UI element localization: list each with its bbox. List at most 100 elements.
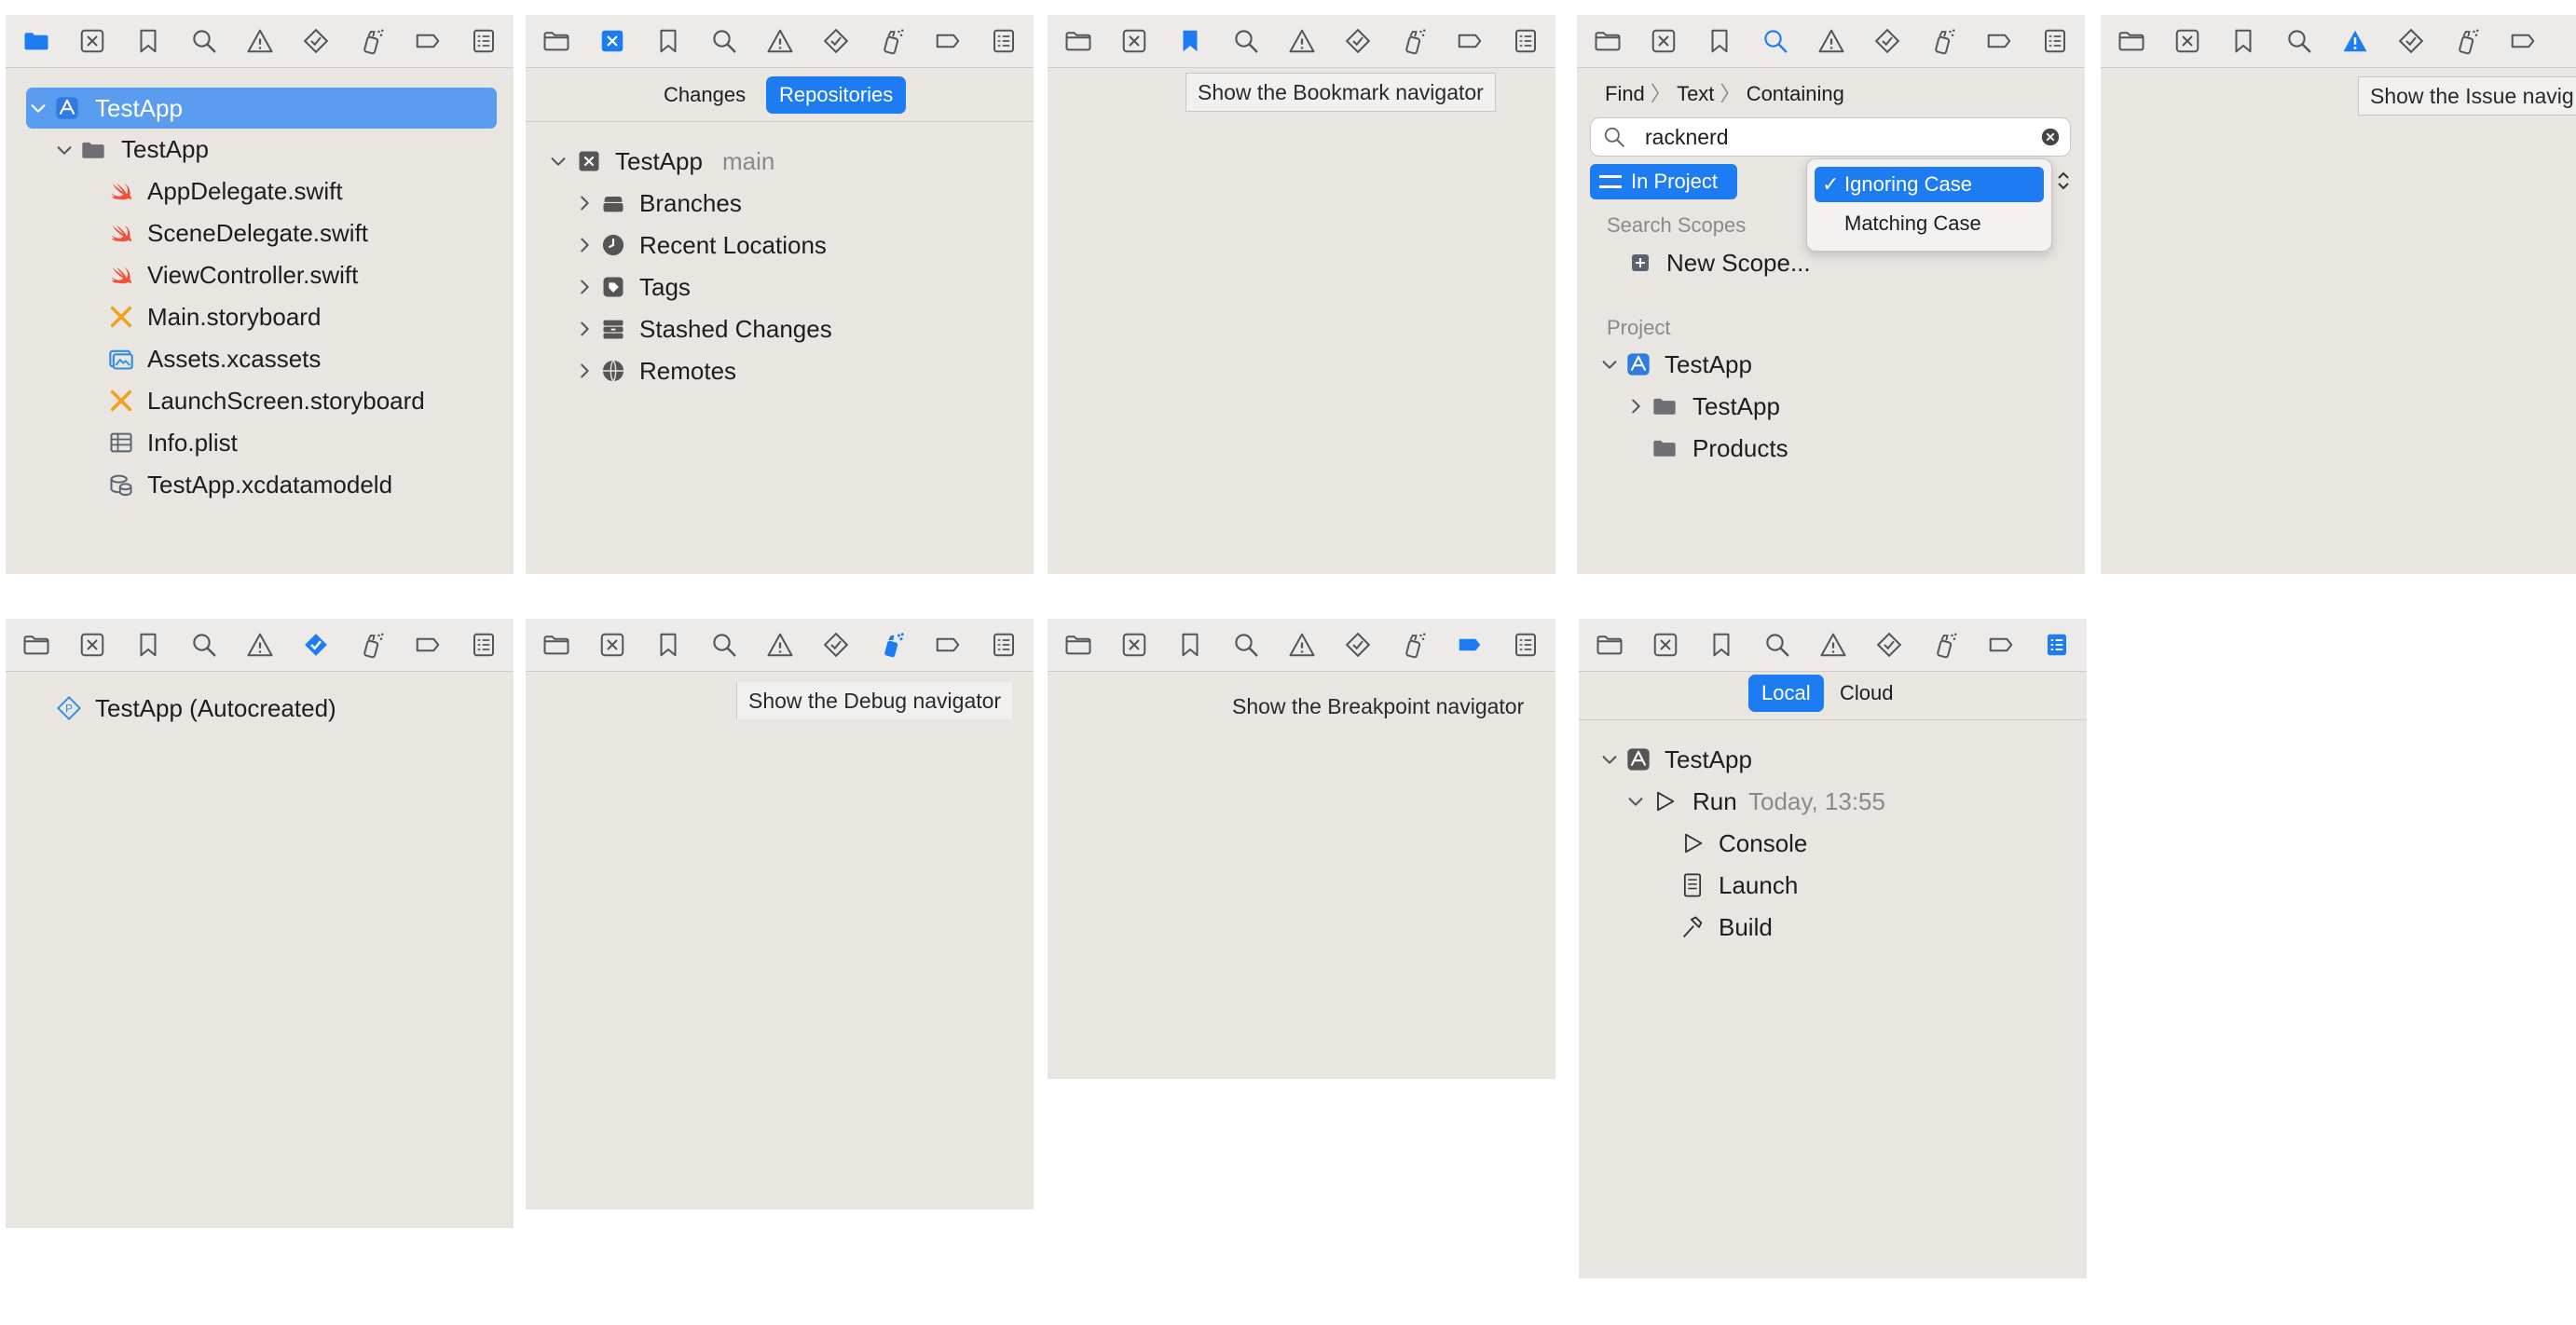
file-item[interactable]: ViewController.swift xyxy=(147,260,358,290)
debug-spray-icon[interactable] xyxy=(358,631,386,659)
report-project-label[interactable]: TestApp xyxy=(1665,744,1752,774)
file-item[interactable]: AppDelegate.swift xyxy=(147,176,343,206)
chevron-down-icon[interactable] xyxy=(1599,354,1620,375)
bookmark-icon[interactable] xyxy=(1707,631,1735,659)
warning-icon[interactable] xyxy=(1819,631,1847,659)
file-item[interactable]: LaunchScreen.storyboard xyxy=(147,386,425,416)
warning-icon[interactable] xyxy=(1288,27,1316,55)
project-root-label[interactable]: TestApp xyxy=(95,93,183,123)
folder-icon[interactable] xyxy=(22,27,50,55)
warning-icon[interactable] xyxy=(246,631,274,659)
breakpoint-icon[interactable] xyxy=(934,631,962,659)
debug-spray-icon[interactable] xyxy=(1929,27,1957,55)
report-icon[interactable] xyxy=(1512,631,1540,659)
new-scope-button[interactable]: New Scope... xyxy=(1666,248,1811,278)
debug-spray-icon[interactable] xyxy=(1400,631,1428,659)
group-label[interactable]: TestApp xyxy=(121,134,209,164)
chevron-right-icon[interactable] xyxy=(1625,396,1646,417)
test-diamond-icon[interactable] xyxy=(822,27,850,55)
bookmark-icon[interactable] xyxy=(1176,27,1204,55)
breakpoint-icon[interactable] xyxy=(934,27,962,55)
run-label[interactable]: Run xyxy=(1692,786,1737,816)
bookmark-icon[interactable] xyxy=(654,27,682,55)
report-icon[interactable] xyxy=(470,27,498,55)
warning-icon[interactable] xyxy=(2341,27,2369,55)
folder-icon[interactable] xyxy=(1064,27,1092,55)
file-item[interactable]: Info.plist xyxy=(147,428,238,458)
breakpoint-icon[interactable] xyxy=(1456,631,1484,659)
search-icon[interactable] xyxy=(1232,27,1260,55)
debug-spray-icon[interactable] xyxy=(1931,631,1959,659)
debug-spray-icon[interactable] xyxy=(2453,27,2481,55)
breakpoint-icon[interactable] xyxy=(414,27,442,55)
search-icon[interactable] xyxy=(2285,27,2313,55)
tab-cloud[interactable]: Cloud xyxy=(1827,675,1906,712)
test-diamond-icon[interactable] xyxy=(822,631,850,659)
warning-icon[interactable] xyxy=(246,27,274,55)
repo-item-remotes[interactable]: Remotes xyxy=(639,356,736,386)
search-icon[interactable] xyxy=(190,27,218,55)
source-control-icon[interactable] xyxy=(1120,27,1148,55)
file-item[interactable]: TestApp.xcdatamodeld xyxy=(147,470,392,499)
report-icon[interactable] xyxy=(2041,27,2069,55)
folder-icon[interactable] xyxy=(1594,27,1622,55)
warning-icon[interactable] xyxy=(766,631,794,659)
chevron-right-icon[interactable] xyxy=(574,319,595,339)
bookmark-icon[interactable] xyxy=(134,631,162,659)
test-plan-label[interactable]: TestApp (Autocreated) xyxy=(95,693,336,723)
chevron-right-icon[interactable] xyxy=(574,277,595,297)
file-item[interactable]: SceneDelegate.swift xyxy=(147,218,368,248)
folder-icon[interactable] xyxy=(1596,631,1624,659)
repo-item-recent-locations[interactable]: Recent Locations xyxy=(639,230,827,260)
chevron-right-icon[interactable] xyxy=(574,361,595,381)
find-folder-label[interactable]: TestApp xyxy=(1692,391,1780,421)
search-icon[interactable] xyxy=(1232,631,1260,659)
test-diamond-icon[interactable] xyxy=(302,27,330,55)
tab-changes[interactable]: Changes xyxy=(651,76,759,114)
source-control-icon[interactable] xyxy=(1651,631,1679,659)
report-icon[interactable] xyxy=(2043,631,2071,659)
source-control-icon[interactable] xyxy=(598,27,626,55)
breakpoint-icon[interactable] xyxy=(1985,27,2013,55)
breakpoint-icon[interactable] xyxy=(2509,27,2537,55)
test-diamond-icon[interactable] xyxy=(1873,27,1901,55)
menu-item-matching-case[interactable]: Matching Case xyxy=(1815,206,2044,241)
chevron-down-icon[interactable] xyxy=(1625,791,1646,812)
bookmark-icon[interactable] xyxy=(2229,27,2257,55)
breakpoint-icon[interactable] xyxy=(1987,631,2015,659)
breadcrumb-find[interactable]: Find xyxy=(1605,82,1645,105)
menu-item-ignoring-case[interactable]: ✓ Ignoring Case xyxy=(1815,167,2044,202)
chevron-down-icon[interactable] xyxy=(54,140,75,160)
scope-button[interactable]: In Project xyxy=(1590,164,1737,199)
bookmark-icon[interactable] xyxy=(1176,631,1204,659)
source-control-icon[interactable] xyxy=(78,631,106,659)
warning-icon[interactable] xyxy=(1288,631,1316,659)
test-diamond-icon[interactable] xyxy=(1344,27,1372,55)
breakpoint-icon[interactable] xyxy=(414,631,442,659)
search-icon[interactable] xyxy=(1763,631,1791,659)
report-item-launch[interactable]: Launch xyxy=(1719,870,1798,900)
source-control-icon[interactable] xyxy=(598,631,626,659)
folder-icon[interactable] xyxy=(22,631,50,659)
source-control-icon[interactable] xyxy=(1650,27,1678,55)
search-icon[interactable] xyxy=(190,631,218,659)
debug-spray-icon[interactable] xyxy=(358,27,386,55)
folder-icon[interactable] xyxy=(1064,631,1092,659)
search-query[interactable]: racknerd xyxy=(1645,122,1728,152)
source-control-icon[interactable] xyxy=(78,27,106,55)
search-icon[interactable] xyxy=(710,27,738,55)
repo-item-tags[interactable]: Tags xyxy=(639,272,691,302)
warning-icon[interactable] xyxy=(1817,27,1845,55)
find-project-label[interactable]: TestApp xyxy=(1665,349,1752,379)
repo-item-stashed-changes[interactable]: Stashed Changes xyxy=(639,314,832,344)
bookmark-icon[interactable] xyxy=(1706,27,1733,55)
report-icon[interactable] xyxy=(990,27,1018,55)
report-item-build[interactable]: Build xyxy=(1719,912,1773,942)
tab-repositories[interactable]: Repositories xyxy=(766,76,907,114)
test-diamond-icon[interactable] xyxy=(1875,631,1903,659)
report-item-console[interactable]: Console xyxy=(1719,828,1807,858)
test-diamond-icon[interactable] xyxy=(1344,631,1372,659)
test-diamond-icon[interactable] xyxy=(2397,27,2425,55)
debug-spray-icon[interactable] xyxy=(1400,27,1428,55)
tab-local[interactable]: Local xyxy=(1748,675,1824,712)
